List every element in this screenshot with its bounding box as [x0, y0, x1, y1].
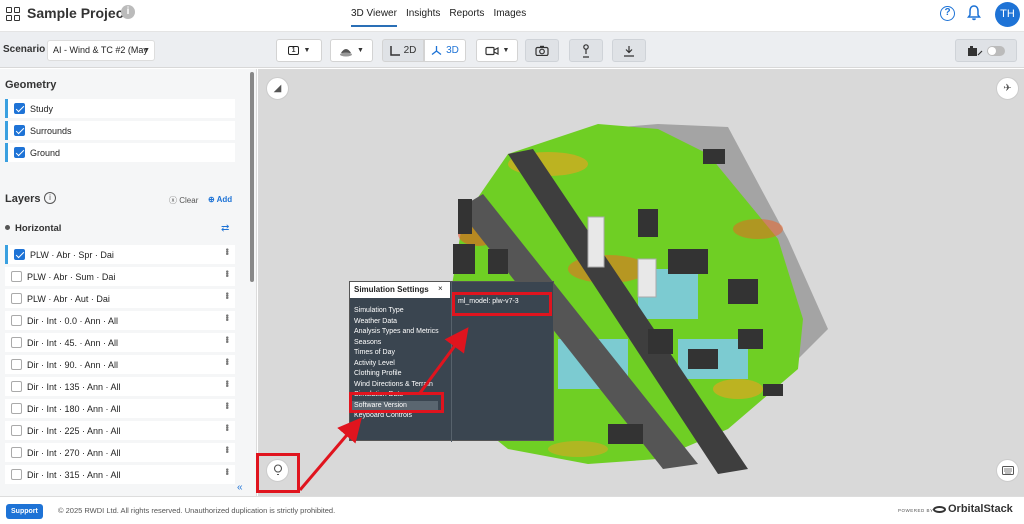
arrow-to-value: [418, 327, 469, 394]
brand-name: OrbitalStack: [948, 503, 1013, 515]
powered-by-label: POWERED BY: [898, 508, 934, 513]
footer: Support © 2025 RWDI Ltd. All rights rese…: [0, 496, 1024, 524]
support-label: Support: [11, 508, 38, 515]
orbital-logo-icon: [933, 505, 946, 513]
copyright-text: © 2025 RWDI Ltd. All rights reserved. Un…: [58, 506, 336, 515]
brand-logo: OrbitalStack: [933, 503, 1013, 515]
support-button[interactable]: Support: [6, 504, 43, 519]
arrow-to-settings: [298, 417, 362, 491]
annotation-arrows: [298, 327, 469, 491]
